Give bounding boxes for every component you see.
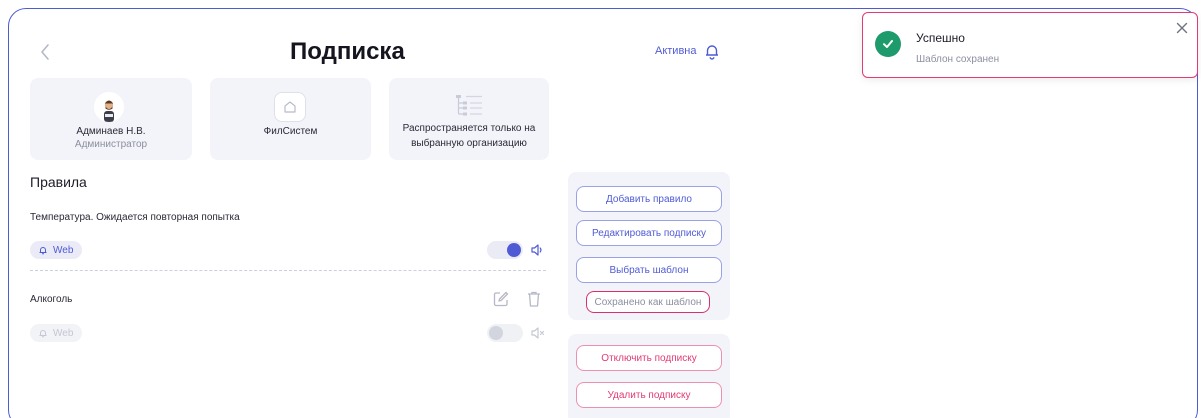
chevron-left-icon	[41, 44, 49, 60]
back-button[interactable]	[38, 40, 54, 64]
toggle-knob	[489, 326, 503, 340]
close-icon[interactable]	[1175, 21, 1189, 35]
subscription-status[interactable]: Активна	[655, 42, 721, 60]
chip-label: Web	[53, 327, 74, 339]
rule-toggle[interactable]	[487, 324, 523, 342]
avatar	[94, 92, 124, 122]
toggle-knob	[507, 243, 521, 257]
add-rule-button[interactable]: Добавить правило	[576, 186, 722, 212]
scope-line-1: Распространяется только на	[402, 123, 536, 134]
rules-divider	[30, 270, 546, 271]
scope-card: Распространяется только на выбранную орг…	[389, 78, 549, 160]
scope-line-2: выбранную организацию	[411, 138, 527, 149]
user-role: Администратор	[74, 139, 148, 150]
bell-icon	[705, 45, 718, 60]
org-name: ФилСистем	[263, 126, 318, 137]
danger-actions-panel: Отключить подписку Удалить подписку	[568, 334, 730, 418]
status-label: Активна	[655, 45, 697, 57]
home-icon	[284, 101, 296, 113]
check-circle-icon	[875, 31, 901, 57]
user-card: Админаев Н.В. Администратор	[30, 78, 192, 160]
delete-subscription-button[interactable]: Удалить подписку	[576, 382, 722, 408]
page-title: Подписка	[290, 38, 405, 65]
speaker-icon[interactable]	[530, 242, 544, 258]
rule-toggle[interactable]	[487, 241, 523, 259]
rule-channel-chip[interactable]: Web	[30, 241, 83, 259]
org-card: ФилСистем	[210, 78, 371, 160]
speaker-muted-icon[interactable]	[530, 325, 546, 341]
bell-icon	[39, 247, 47, 255]
rule-name: Алкоголь	[30, 294, 73, 305]
edit-subscription-button[interactable]: Редактировать подписку	[576, 220, 722, 246]
user-name: Админаев Н.В.	[76, 126, 146, 137]
tree-list-icon	[456, 95, 482, 116]
toast-title: Успешно	[916, 31, 965, 45]
org-logo	[274, 92, 306, 122]
rule-name: Температура. Ожидается повторная попытка	[30, 212, 240, 223]
success-toast: Успешно Шаблон сохранен	[862, 12, 1198, 78]
disable-subscription-button[interactable]: Отключить подписку	[576, 345, 722, 371]
saved-as-template-button[interactable]: Сохранено как шаблон	[586, 291, 710, 313]
choose-template-button[interactable]: Выбрать шаблон	[576, 257, 722, 283]
rule-channel-chip[interactable]: Web	[30, 324, 83, 342]
bell-icon	[39, 330, 47, 338]
actions-panel: Добавить правило Редактировать подписку …	[568, 172, 730, 320]
chip-label: Web	[53, 244, 74, 256]
trash-icon[interactable]	[526, 290, 542, 308]
rules-title: Правила	[30, 174, 87, 190]
toast-message: Шаблон сохранен	[916, 54, 1000, 65]
edit-icon[interactable]	[492, 290, 510, 308]
